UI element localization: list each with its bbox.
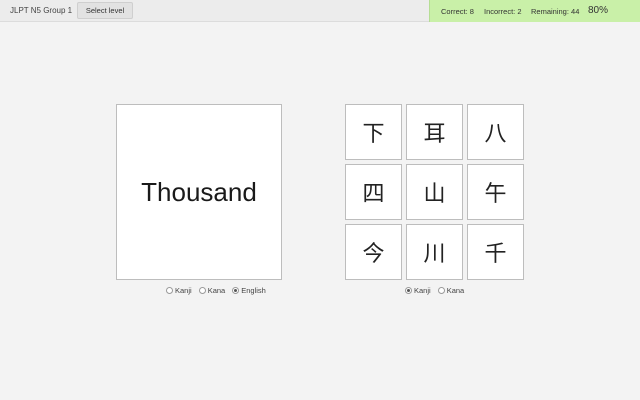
answer-grid: 下 耳 八 四 山 午 今 川 千 — [345, 104, 525, 280]
incorrect-count: Incorrect: 2 — [484, 7, 522, 16]
answer-tile[interactable]: 千 — [467, 224, 524, 280]
select-level-button[interactable]: Select level — [77, 2, 133, 19]
prompt-mode-kanji[interactable]: Kanji — [166, 286, 192, 295]
radio-english[interactable] — [232, 286, 240, 294]
answer-tile[interactable]: 山 — [406, 164, 463, 220]
radio-kana[interactable] — [198, 286, 206, 294]
radio-label: Kana — [207, 285, 226, 295]
stats-panel: Correct: 8 Incorrect: 2 Remaining: 44 80… — [429, 0, 640, 22]
prompt-word: Thousand — [141, 176, 257, 207]
answer-tile[interactable]: 午 — [467, 164, 524, 220]
radio-kanji[interactable] — [166, 286, 173, 294]
answer-mode-kanji[interactable]: Kanji — [405, 286, 431, 295]
answer-tile[interactable]: 耳 — [406, 104, 463, 160]
answer-mode-radios: Kanji Kana — [405, 284, 471, 296]
answer-mode-kana[interactable]: Kana — [437, 285, 465, 295]
radio-label: Kana — [446, 285, 465, 295]
radio-label: Kanji — [414, 285, 431, 295]
score-percent: 80% — [588, 5, 609, 16]
group-title: JLPT N5 Group 1 — [10, 6, 73, 15]
prompt-mode-english[interactable]: English — [232, 286, 266, 295]
prompt-card: Thousand — [116, 104, 282, 280]
radio-kanji[interactable] — [405, 286, 412, 294]
prompt-mode-radios: Kanji Kana English — [166, 284, 273, 296]
radio-kana[interactable] — [437, 286, 445, 294]
answer-tile[interactable]: 今 — [345, 224, 402, 280]
radio-label: English — [241, 285, 266, 295]
correct-count: Correct: 8 — [441, 7, 474, 16]
answer-tile[interactable]: 八 — [467, 104, 524, 160]
radio-label: Kanji — [175, 285, 192, 295]
answer-tile[interactable]: 下 — [345, 104, 402, 160]
answer-tile[interactable]: 四 — [345, 164, 402, 220]
prompt-mode-kana[interactable]: Kana — [198, 285, 226, 295]
top-bar: JLPT N5 Group 1 Select level Correct: 8 … — [0, 0, 640, 22]
answer-tile[interactable]: 川 — [406, 224, 463, 280]
remaining-count: Remaining: 44 — [531, 7, 580, 16]
